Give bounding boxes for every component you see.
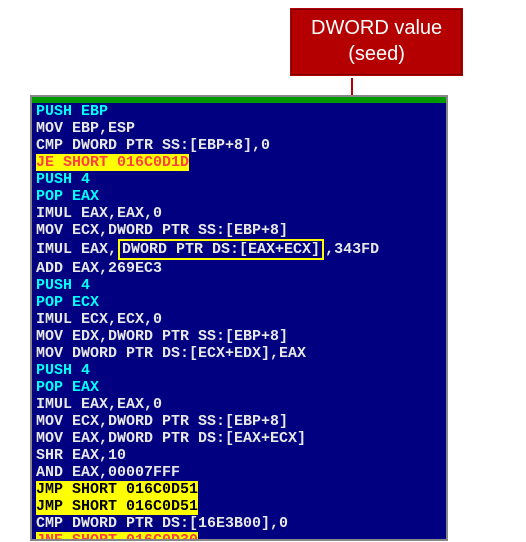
asm-line: PUSH 4	[36, 171, 442, 188]
jump-highlight: JNE SHORT 016C0D30	[36, 532, 198, 541]
callout-line2: (seed)	[311, 41, 442, 67]
asm-line: ADD EAX,269EC3	[36, 260, 442, 277]
asm-line: CMP DWORD PTR SS:[EBP+8],0	[36, 137, 442, 154]
asm-line: MOV EBP,ESP	[36, 120, 442, 137]
asm-line: JMP SHORT 016C0D51	[36, 481, 442, 498]
asm-line: CMP DWORD PTR DS:[16E3B00],0	[36, 515, 442, 532]
asm-line: PUSH 4	[36, 362, 442, 379]
asm-line: POP EAX	[36, 188, 442, 205]
asm-line: SHR EAX,10	[36, 447, 442, 464]
asm-line: MOV DWORD PTR DS:[ECX+EDX],EAX	[36, 345, 442, 362]
asm-text: IMUL EAX,	[36, 241, 117, 258]
asm-line: JMP SHORT 016C0D51	[36, 498, 442, 515]
asm-line: PUSH 4	[36, 277, 442, 294]
asm-line: MOV ECX,DWORD PTR SS:[EBP+8]	[36, 222, 442, 239]
callout-line1: DWORD value	[311, 15, 442, 41]
jmp-highlight: JMP SHORT 016C0D51	[36, 481, 198, 498]
asm-line: JE SHORT 016C0D1D	[36, 154, 442, 171]
asm-line: MOV ECX,DWORD PTR SS:[EBP+8]	[36, 413, 442, 430]
asm-line: POP ECX	[36, 294, 442, 311]
asm-line: MOV EAX,DWORD PTR DS:[EAX+ECX]	[36, 430, 442, 447]
asm-line: JNE SHORT 016C0D30	[36, 532, 442, 541]
asm-line: MOV EDX,DWORD PTR SS:[EBP+8]	[36, 328, 442, 345]
jump-highlight: JE SHORT 016C0D1D	[36, 154, 189, 171]
seed-operand-box: DWORD PTR DS:[EAX+ECX]	[118, 239, 324, 260]
callout-box: DWORD value (seed)	[290, 8, 463, 76]
disassembly-window: PUSH EBP MOV EBP,ESP CMP DWORD PTR SS:[E…	[30, 95, 448, 541]
asm-line: IMUL EAX,EAX,0	[36, 205, 442, 222]
asm-line: POP EAX	[36, 379, 442, 396]
asm-text: ,343FD	[325, 241, 379, 258]
asm-line: PUSH EBP	[36, 103, 442, 120]
jmp-highlight: JMP SHORT 016C0D51	[36, 498, 198, 515]
disassembly-lines: PUSH EBP MOV EBP,ESP CMP DWORD PTR SS:[E…	[32, 103, 446, 541]
asm-line: IMUL EAX,EAX,0	[36, 396, 442, 413]
asm-line: IMUL EAX,DWORD PTR DS:[EAX+ECX],343FD	[36, 239, 442, 260]
asm-line: AND EAX,00007FFF	[36, 464, 442, 481]
asm-line: IMUL ECX,ECX,0	[36, 311, 442, 328]
